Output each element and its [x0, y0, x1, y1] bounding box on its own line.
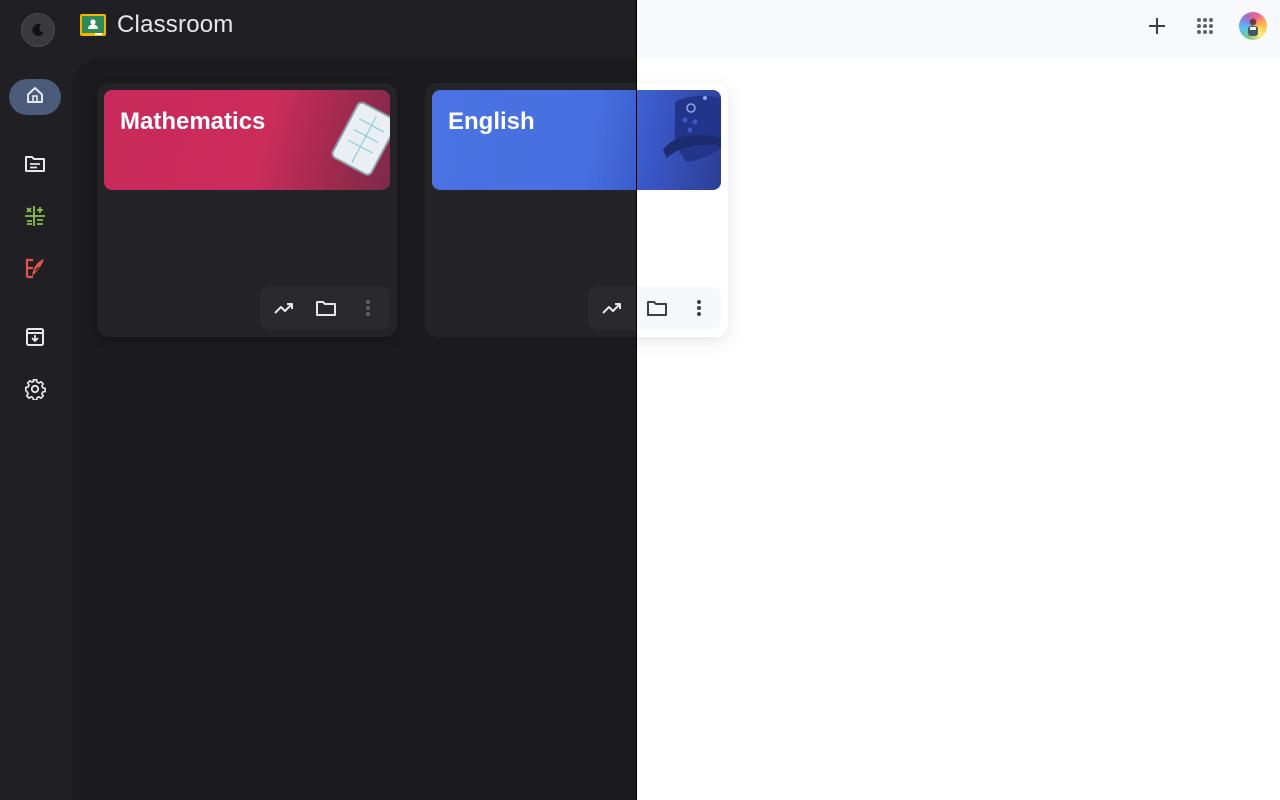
apps-grid-icon[interactable]: [1189, 10, 1221, 42]
rail-item-settings[interactable]: [9, 373, 61, 409]
class-list-icon: [24, 155, 46, 178]
split-divider: [636, 0, 637, 800]
math-class-icon: [24, 205, 46, 232]
class-banner-english[interactable]: English: [432, 90, 721, 190]
rail-item-classes[interactable]: [9, 148, 61, 184]
folder-icon[interactable]: [310, 292, 342, 324]
geometry-illustration-icon: [331, 101, 390, 176]
add-icon[interactable]: [1141, 10, 1173, 42]
class-banner-mathematics[interactable]: Mathematics: [104, 90, 390, 190]
more-vert-icon[interactable]: [683, 292, 715, 324]
home-icon: [25, 85, 45, 110]
rail-item-home[interactable]: [9, 79, 61, 115]
trending-up-icon[interactable]: [268, 292, 300, 324]
archive-icon: [25, 327, 45, 352]
trending-up-icon[interactable]: [596, 292, 628, 324]
rail-item-english[interactable]: [9, 252, 61, 288]
class-actions-mathematics: [260, 286, 390, 330]
more-vert-icon[interactable]: [352, 292, 384, 324]
avatar[interactable]: [1239, 12, 1267, 40]
classroom-logo-icon: [80, 14, 106, 36]
folder-icon[interactable]: [641, 292, 673, 324]
class-title[interactable]: English: [448, 108, 535, 136]
class-title[interactable]: Mathematics: [120, 108, 265, 136]
light-background: [637, 0, 1280, 800]
app-title: Classroom: [117, 11, 234, 38]
light-top-bar: [637, 0, 1280, 58]
rail-item-archived[interactable]: [9, 321, 61, 357]
settings-icon: [24, 378, 46, 405]
gamepad-illustration-icon: [663, 95, 721, 162]
english-class-icon: [24, 257, 46, 284]
rail-item-math[interactable]: [9, 200, 61, 236]
moon-icon[interactable]: [21, 13, 55, 47]
